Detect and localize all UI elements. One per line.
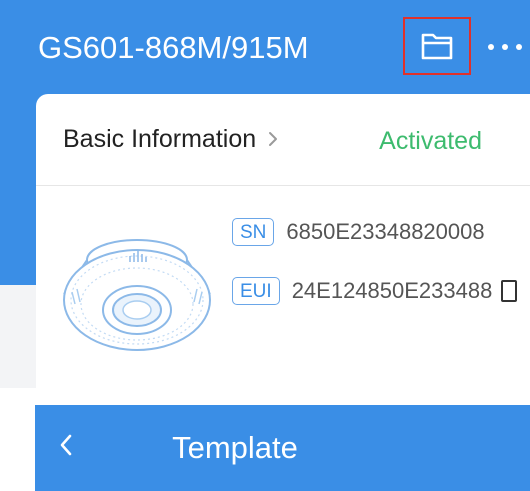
device-detail-screen: GS601-868M/915M Basic Information Activa… xyxy=(0,0,530,388)
serial-number-row: SN 6850E23348820008 xyxy=(232,217,485,247)
device-image xyxy=(63,239,211,351)
more-horizontal-icon xyxy=(488,44,494,50)
template-nav-bar: Template xyxy=(35,405,530,491)
basic-information-label: Basic Information xyxy=(63,125,257,153)
eui-row: EUI 24E124850E233488 xyxy=(232,276,518,306)
sn-value: 6850E23348820008 xyxy=(286,219,485,244)
eui-badge: EUI xyxy=(232,277,280,305)
more-dot xyxy=(502,44,508,50)
eui-value: 24E124850E233488 xyxy=(291,278,493,303)
more-options-button[interactable] xyxy=(488,36,522,58)
device-title: GS601-868M/915M xyxy=(38,30,309,65)
card-header: Basic Information Activated xyxy=(36,94,530,186)
folder-button[interactable] xyxy=(403,17,471,75)
chevron-right-icon xyxy=(269,132,278,146)
sn-badge: SN xyxy=(232,218,275,246)
device-info-card: Basic Information Activated SN 6850E2334… xyxy=(36,94,530,388)
more-dot xyxy=(516,44,522,50)
copy-icon[interactable] xyxy=(501,280,518,302)
basic-information-link[interactable]: Basic Information xyxy=(63,122,278,156)
page-title: Template xyxy=(172,430,298,465)
folder-icon xyxy=(421,33,453,60)
activation-status: Activated xyxy=(379,127,482,155)
